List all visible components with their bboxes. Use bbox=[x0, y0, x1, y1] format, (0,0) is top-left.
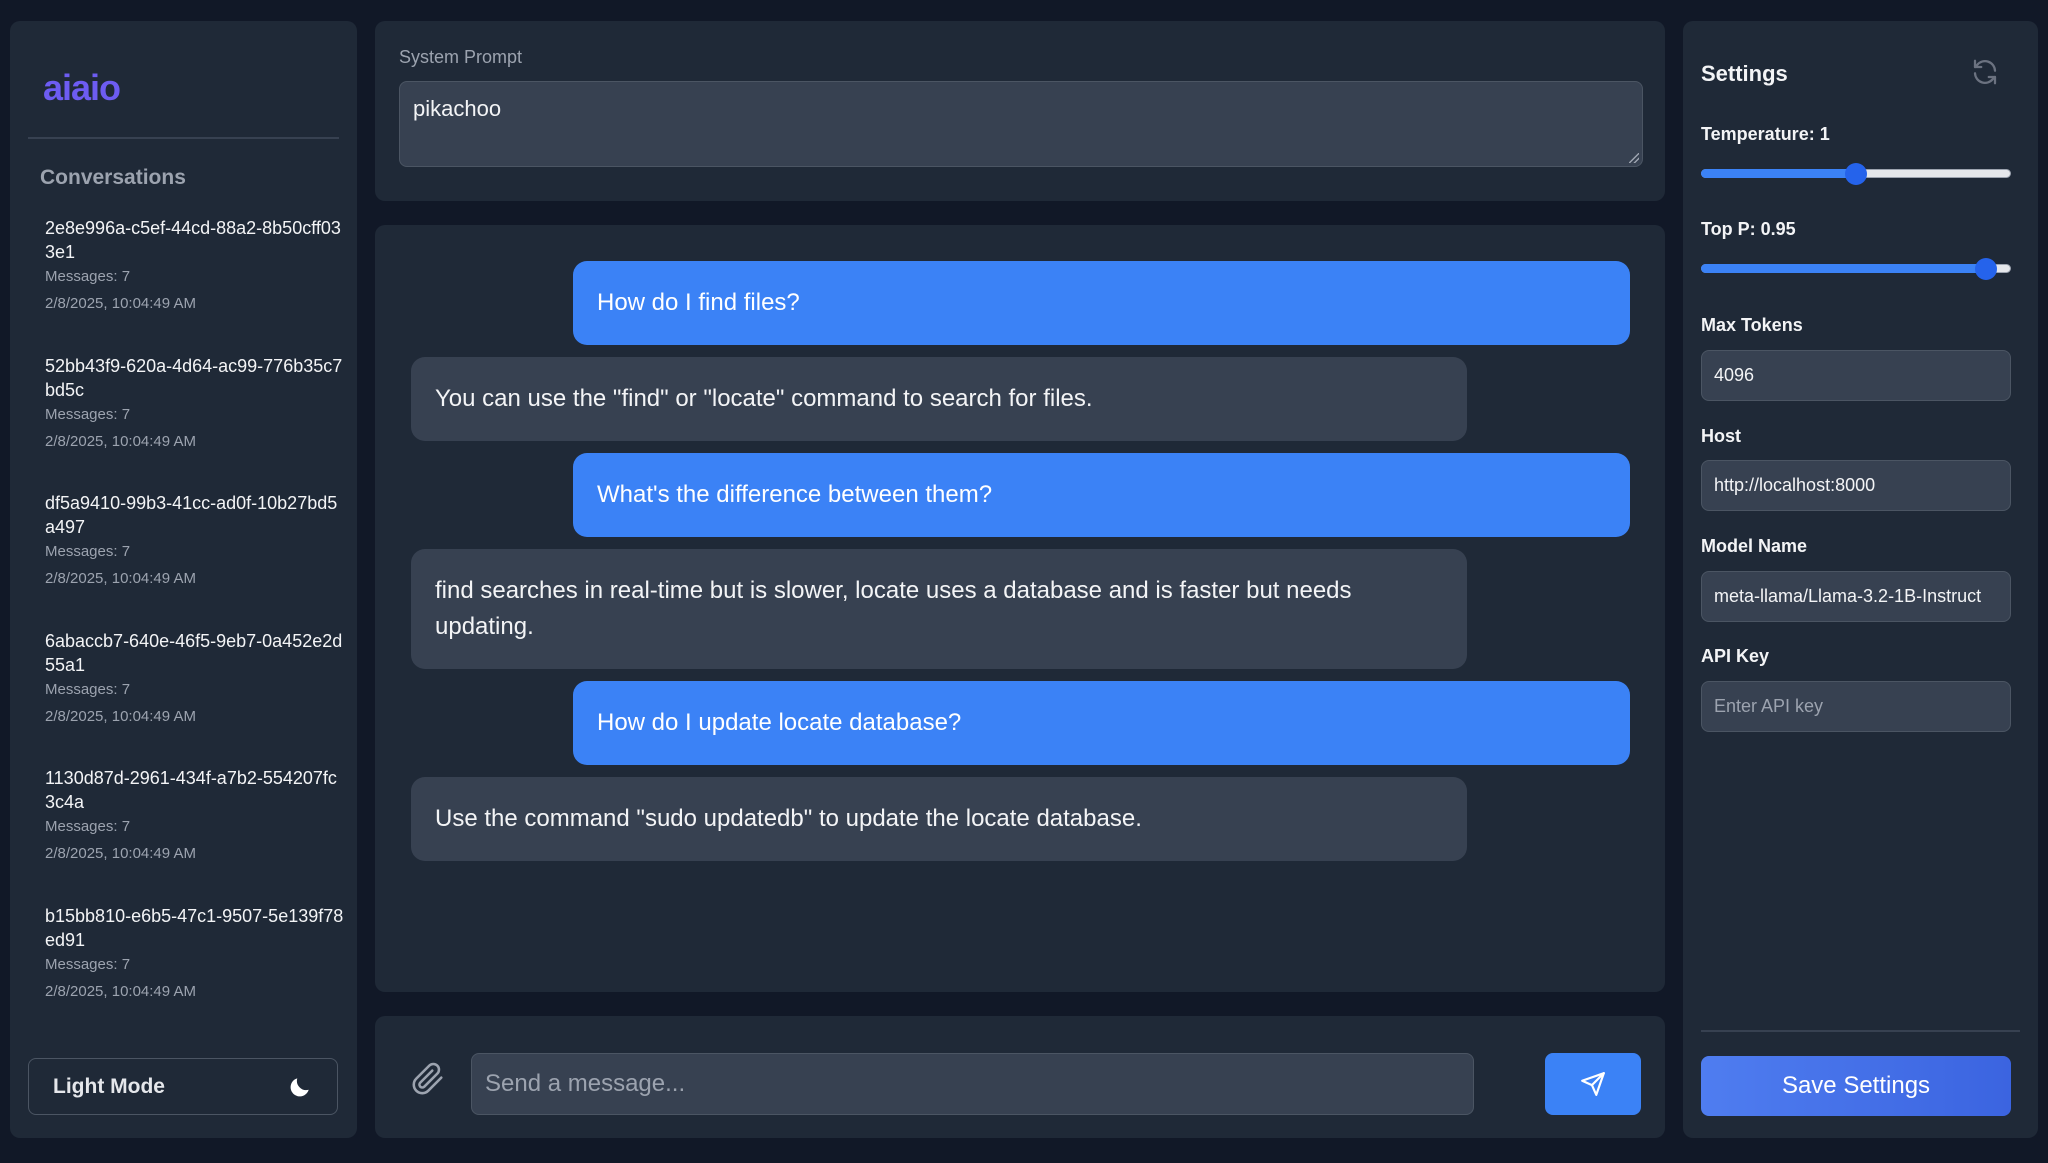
message-text: You can use the "find" or "locate" comma… bbox=[435, 385, 1093, 412]
slider-thumb[interactable] bbox=[1845, 163, 1867, 185]
top-p-slider[interactable] bbox=[1701, 258, 2011, 280]
user-message: How do I update locate database? bbox=[573, 681, 1630, 765]
conversation-date: 2/8/2025, 10:04:49 AM bbox=[45, 845, 196, 862]
conversation-item[interactable]: df5a9410-99b3-41cc-ad0f-10b27bd5a497 Mes… bbox=[45, 491, 345, 629]
conversation-id: 6abaccb7-640e-46f5-9eb7-0a452e2d55a1 bbox=[45, 630, 343, 675]
paperclip-icon[interactable] bbox=[411, 1062, 445, 1096]
model-name-input[interactable]: meta-llama/Llama-3.2-1B-Instruct bbox=[1701, 571, 2011, 622]
conversation-id: 52bb43f9-620a-4d64-ac99-776b35c7bd5c bbox=[45, 355, 343, 400]
temperature-slider[interactable] bbox=[1701, 163, 2011, 185]
conversation-date: 2/8/2025, 10:04:49 AM bbox=[45, 570, 196, 587]
conversation-item[interactable]: 1130d87d-2961-434f-a7b2-554207fc3c4a Mes… bbox=[45, 766, 345, 904]
slider-thumb[interactable] bbox=[1974, 258, 1997, 280]
user-message: How do I find files? bbox=[573, 261, 1630, 345]
message-text: What's the difference between them? bbox=[597, 481, 993, 508]
message-input[interactable]: Send a message... bbox=[471, 1053, 1474, 1115]
conversation-date: 2/8/2025, 10:04:49 AM bbox=[45, 432, 196, 450]
message-text: How do I update locate database? bbox=[597, 709, 962, 736]
conversation-date: 2/8/2025, 10:04:49 AM bbox=[45, 982, 196, 1000]
conversation-message-count: Messages: 7 bbox=[45, 818, 131, 835]
temperature-label: Temperature: 1 bbox=[1701, 124, 1830, 144]
conversation-item[interactable]: 2e8e996a-c5ef-44cd-88a2-8b50cff033e1 Mes… bbox=[45, 216, 345, 354]
sidebar: aiaio Conversations 2e8e996a-c5ef-44cd-8… bbox=[10, 21, 357, 1138]
settings-title: Settings bbox=[1701, 61, 1788, 86]
send-button[interactable] bbox=[1545, 1053, 1641, 1115]
message-text: find searches in real-time but is slower… bbox=[435, 577, 1352, 640]
light-mode-label: Light Mode bbox=[53, 1074, 165, 1098]
conversation-item[interactable]: 6abaccb7-640e-46f5-9eb7-0a452e2d55a1 Mes… bbox=[45, 629, 345, 767]
chat-messages-panel: How do I find files? You can use the "fi… bbox=[375, 225, 1665, 992]
conversation-list: 2e8e996a-c5ef-44cd-88a2-8b50cff033e1 Mes… bbox=[45, 216, 345, 1041]
system-prompt-value: pikachoo bbox=[413, 96, 502, 121]
moon-icon bbox=[290, 1077, 309, 1096]
system-prompt-label: System Prompt bbox=[399, 47, 523, 67]
conversation-item[interactable]: 52bb43f9-620a-4d64-ac99-776b35c7bd5c Mes… bbox=[45, 354, 345, 492]
conversation-message-count: Messages: 7 bbox=[45, 405, 131, 423]
system-prompt-panel: System Prompt pikachoo bbox=[375, 21, 1665, 201]
host-input[interactable]: http://localhost:8000 bbox=[1701, 460, 2011, 511]
light-mode-button[interactable]: Light Mode bbox=[28, 1058, 338, 1115]
conversation-id: df5a9410-99b3-41cc-ad0f-10b27bd5a497 bbox=[45, 493, 338, 537]
assistant-message: You can use the "find" or "locate" comma… bbox=[411, 357, 1467, 441]
app-root: aiaio Conversations 2e8e996a-c5ef-44cd-8… bbox=[0, 0, 2048, 1163]
api-key-label: API Key bbox=[1701, 646, 1770, 666]
resize-handle[interactable] bbox=[1629, 153, 1639, 163]
conversation-message-count: Messages: 7 bbox=[45, 268, 131, 285]
conversation-item[interactable]: b15bb810-e6b5-47c1-9507-5e139f78ed91 Mes… bbox=[45, 904, 345, 1042]
host-label: Host bbox=[1701, 426, 1741, 446]
send-icon bbox=[1581, 1072, 1605, 1096]
max-tokens-input[interactable]: 4096 bbox=[1701, 350, 2011, 401]
settings-divider bbox=[1701, 1030, 2020, 1032]
conversation-message-count: Messages: 7 bbox=[45, 680, 131, 698]
assistant-message: Use the command "sudo updatedb" to updat… bbox=[411, 777, 1467, 861]
conversation-id: 2e8e996a-c5ef-44cd-88a2-8b50cff033e1 bbox=[45, 218, 341, 262]
message-composer: Send a message... bbox=[375, 1016, 1665, 1138]
message-input-placeholder: Send a message... bbox=[485, 1070, 686, 1097]
slider-fill bbox=[1701, 169, 1856, 178]
system-prompt-textarea[interactable]: pikachoo bbox=[399, 81, 1643, 167]
slider-fill bbox=[1701, 264, 1996, 273]
refresh-icon[interactable] bbox=[1970, 57, 2000, 87]
sidebar-divider bbox=[28, 137, 339, 139]
settings-panel: Settings Temperature: 1 Top P: 0.95 Max … bbox=[1683, 21, 2038, 1138]
message-text: Use the command "sudo updatedb" to updat… bbox=[435, 805, 1142, 832]
message-text: How do I find files? bbox=[597, 289, 800, 316]
save-settings-button[interactable]: Save Settings bbox=[1701, 1056, 2011, 1116]
conversation-date: 2/8/2025, 10:04:49 AM bbox=[45, 295, 196, 312]
user-message: What's the difference between them? bbox=[573, 453, 1630, 537]
conversation-id: 1130d87d-2961-434f-a7b2-554207fc3c4a bbox=[45, 768, 337, 812]
top-p-label: Top P: 0.95 bbox=[1701, 219, 1796, 239]
api-key-input[interactable]: Enter API key bbox=[1701, 681, 2011, 732]
model-name-label: Model Name bbox=[1701, 536, 1808, 556]
max-tokens-label: Max Tokens bbox=[1701, 315, 1803, 335]
conversation-date: 2/8/2025, 10:04:49 AM bbox=[45, 707, 196, 725]
conversation-id: b15bb810-e6b5-47c1-9507-5e139f78ed91 bbox=[45, 905, 344, 950]
conversation-message-count: Messages: 7 bbox=[45, 955, 131, 973]
conversation-message-count: Messages: 7 bbox=[45, 543, 131, 560]
conversations-heading: Conversations bbox=[40, 166, 186, 189]
assistant-message: find searches in real-time but is slower… bbox=[411, 549, 1467, 669]
logo: aiaio bbox=[43, 67, 121, 108]
